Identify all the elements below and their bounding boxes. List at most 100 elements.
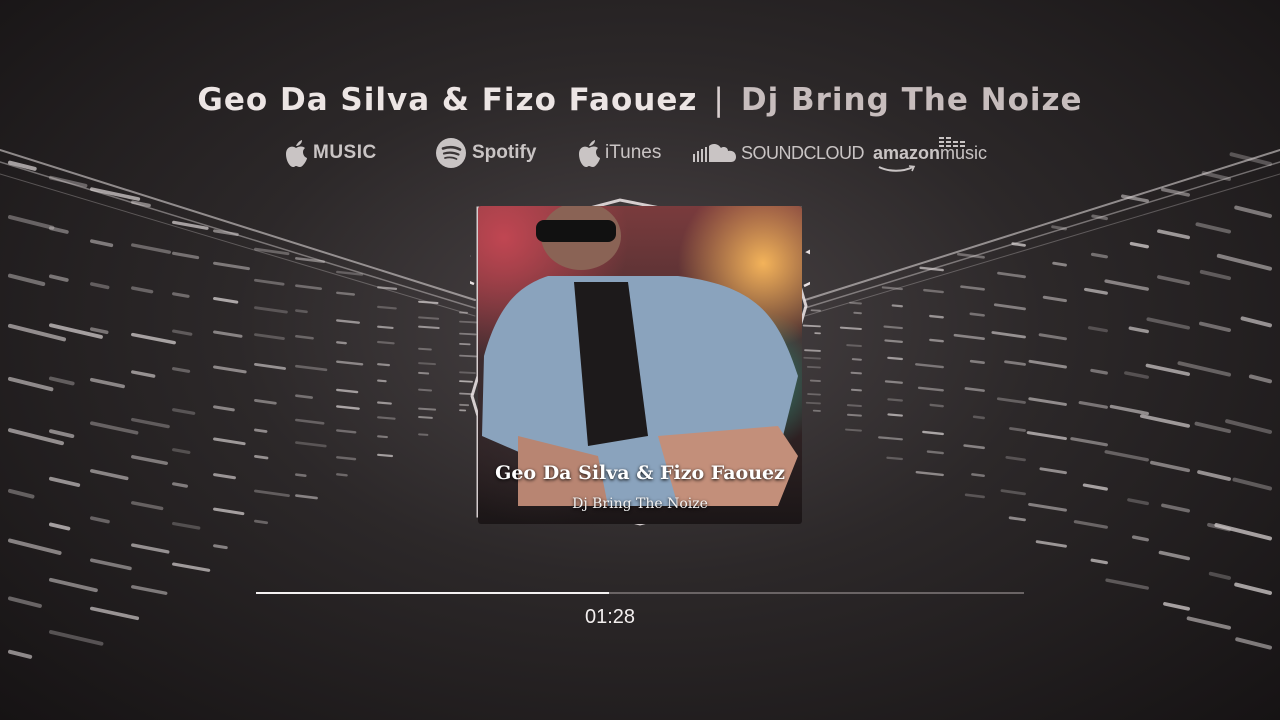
visualizer-bar [960,285,985,291]
visualizer-bar [90,239,114,248]
visualizer-bar [49,522,71,531]
visualizer-bar [883,325,903,330]
visualizer-bar [887,398,903,402]
visualizer-bar [131,370,156,378]
visualizer-bar [1157,229,1190,240]
itunes-link[interactable]: iTunes [576,135,661,171]
visualizer-bar [878,436,903,441]
visualizer-bar [336,319,361,324]
visualizer-bar [1186,616,1231,630]
visualizer-bar [254,363,286,370]
visualizer-bar [1028,397,1067,406]
visualizer-bar [1039,467,1067,475]
visualizer-bar [1145,363,1190,376]
visualizer-bar [172,292,190,298]
visualizer-bar [887,413,903,417]
visualizer-bar [1248,374,1272,384]
visualizer-bar [1008,516,1026,522]
visualizer-bar [213,365,247,374]
visualizer-bar [1070,437,1108,447]
visualizer-bar [418,347,432,351]
visualizer-bar [336,388,359,394]
visualizer-bar [336,341,347,345]
visualizer-bar [90,377,125,389]
visualizer-rail [0,149,476,301]
visualizer-bar [929,314,944,319]
visualizer-bar [851,358,862,361]
visualizer-bar [1028,359,1067,369]
visualizer-bar [295,441,327,448]
soundcloud-icon [693,143,736,162]
visualizer-bar [1235,637,1272,650]
visualizer-bar [884,380,903,384]
visualizer-bar [839,326,862,330]
visualizer-bar [922,430,944,436]
visualizer-bar [8,538,62,555]
visualizer-bar [254,278,285,286]
spotify-link[interactable]: Spotify [435,135,536,171]
visualizer-bar [90,421,139,435]
visualizer-bar [336,360,364,366]
soundcloud-link[interactable]: SOUNDCLOUD [693,135,865,171]
visualizer-bar [49,226,69,234]
visualizer-bar [213,437,246,446]
equalizer-icon [939,136,965,147]
visualizer-bar [254,306,288,314]
visualizer-bar [418,362,436,366]
amazon-icon: amazonmusic [873,136,987,172]
visualizer-bar [336,429,357,434]
visualizer-bar [1078,400,1108,409]
visualizer-bar [90,606,140,621]
visualizer-bar [377,435,388,439]
visualizer-bar [846,404,862,408]
visualizer-bar [295,473,307,478]
progress-bar-fill [256,592,610,594]
visualizer-bar [1158,550,1190,561]
amazon-music-link[interactable]: amazonmusic [873,135,987,172]
progress-bar[interactable] [256,592,1024,594]
visualizer-bar [254,454,269,460]
visualizer-bar [49,376,75,386]
visualizer-bar [1131,535,1149,542]
visualizer-bar [926,450,944,455]
visualizer-bar [1194,421,1231,434]
visualizer-bar [1082,483,1108,491]
visualizer-bar [213,261,250,271]
visualizer-bar [1146,317,1190,330]
visualizer-bar [90,469,129,481]
visualizer-bar [377,416,396,420]
visualizer-bar [254,428,268,433]
visualizer-bar [972,415,985,420]
apple-music-link[interactable]: MUSIC [283,135,377,171]
visualizer-bar [1157,275,1190,286]
visualizer-bar [377,379,387,383]
visualizer-bar [850,371,862,375]
visualizer-bar [172,329,193,336]
visualizer-bar [90,327,109,335]
visualizer-bar [993,303,1026,311]
visualizer-bar [1127,498,1149,506]
visualizer-bar [254,333,285,340]
visualizer-bar [49,429,75,439]
visualizer-bar [131,243,172,254]
visualizer-bar [377,340,395,345]
visualizer-bar [884,339,903,343]
visualizer-bar [1129,241,1149,249]
apple-music-label: MUSIC [313,142,377,163]
visualizer-bar [1090,252,1108,259]
visualizer-bar [915,363,944,369]
visualizer-bar [418,371,430,375]
visualizer-bar [254,519,269,525]
visualizer-bar [49,274,69,282]
visualizer-bar [887,356,903,361]
visualizer-bar [929,403,944,408]
visualizer-bar [131,543,170,554]
visualizer-bar [336,473,348,477]
visualizer-bar [1105,578,1149,590]
visualizer-bar [964,493,985,499]
visualizer-bar [1234,205,1272,218]
title-separator: | [713,82,725,118]
visualizer-bar [969,359,985,364]
visualizer-bar [1090,558,1108,565]
visualizer-bar [131,501,164,511]
